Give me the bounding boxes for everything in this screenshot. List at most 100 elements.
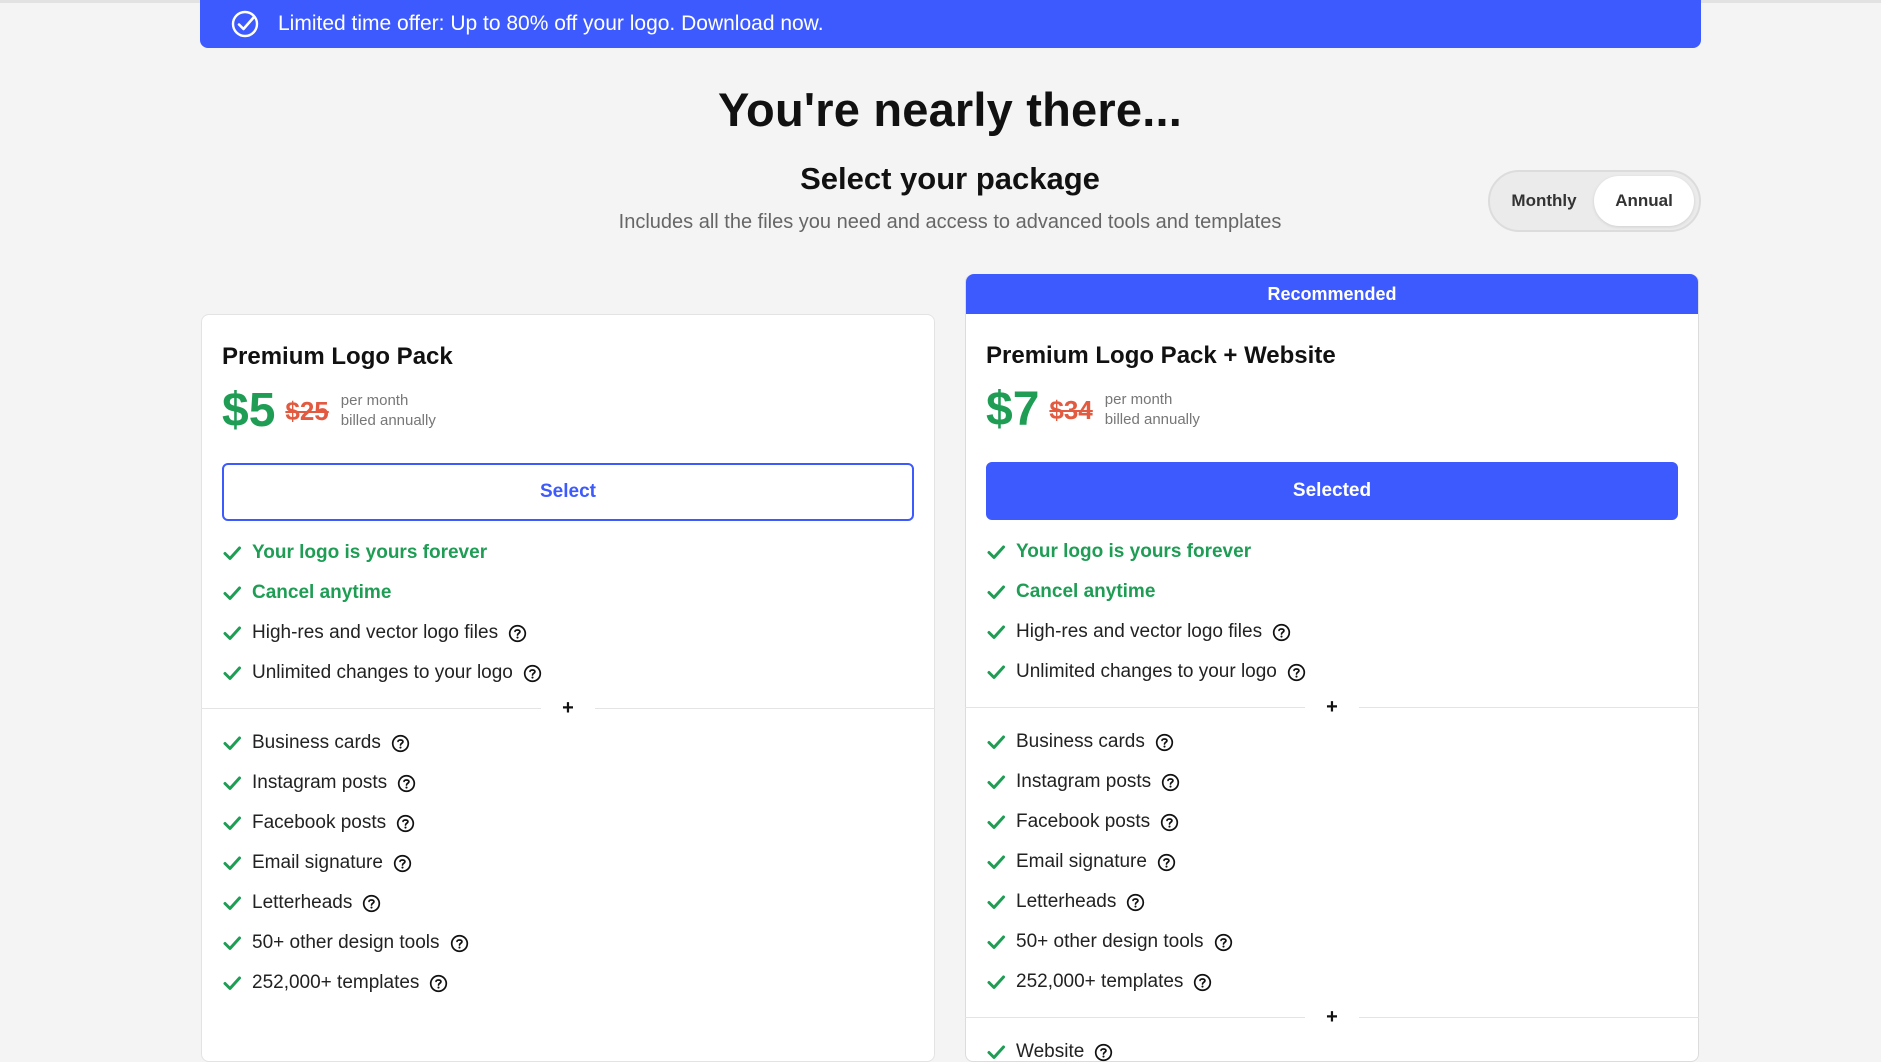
feature-label: Cancel anytime [1016,581,1156,602]
help-circle-icon[interactable] [1214,933,1233,952]
help-circle-icon[interactable] [450,934,469,953]
help-circle-icon[interactable] [1193,973,1212,992]
help-circle-icon[interactable] [429,974,448,993]
checkmark-icon [223,936,241,950]
help-circle-icon[interactable] [1287,663,1306,682]
checkmark-icon [987,935,1005,949]
billing-line-1: per month [340,392,409,409]
feature-label: Your logo is yours forever [252,542,488,563]
feature-label: Instagram posts [252,772,388,793]
checkmark-icon [223,586,241,600]
plan-name: Premium Logo Pack [222,343,453,370]
feature-label: Business cards [252,732,381,753]
billing-line-1: per month [1104,391,1173,408]
feature-item: Instagram posts [222,763,914,803]
feature-label: High-res and vector logo files [252,622,499,643]
plan-old-price: $34 [1049,394,1093,425]
offer-banner[interactable]: Limited time offer: Up to 80% off your l… [200,0,1701,48]
feature-item: High-res and vector logo files [986,612,1678,652]
checkmark-icon [987,1045,1005,1059]
checkmark-icon [223,896,241,910]
feature-item: Letterheads [986,882,1678,922]
feature-item: Your logo is yours forever [986,532,1678,572]
billing-note: per month billed annually [1105,390,1200,430]
feature-label: 252,000+ templates [1016,971,1184,992]
checkmark-icon [223,776,241,790]
feature-label: Facebook posts [252,812,387,833]
feature-item: Facebook posts [986,802,1678,842]
help-circle-icon[interactable] [1160,813,1179,832]
help-circle-icon[interactable] [1094,1043,1113,1062]
help-circle-icon[interactable] [362,894,381,913]
price-row: $5 $25 per month billed annually [222,383,914,439]
plus-icon: + [1305,692,1359,722]
feature-label: High-res and vector logo files [1016,621,1263,642]
help-circle-icon[interactable] [1157,853,1176,872]
feature-item: 50+ other design tools [222,923,914,963]
feature-label: Instagram posts [1016,771,1152,792]
help-circle-icon[interactable] [397,774,416,793]
checkmark-icon [223,736,241,750]
feature-item: Cancel anytime [986,572,1678,612]
feature-label: Unlimited changes to your logo [252,662,513,683]
help-circle-icon[interactable] [1126,893,1145,912]
help-circle-icon[interactable] [1272,623,1291,642]
extra-feature-list: Business cards Instagram posts Facebook po… [222,723,914,1003]
plan-card-premium-logo-pack: Premium Logo Pack $5 $25 per month bille… [201,314,935,1062]
plus-icon: + [541,693,595,723]
feature-label: Business cards [1016,731,1145,752]
recommended-badge: Recommended [966,274,1698,314]
help-circle-icon[interactable] [393,854,412,873]
plan-name: Premium Logo Pack + Website [986,342,1336,369]
core-feature-list: Your logo is yours forever Cancel anytime… [222,533,914,693]
feature-label: Cancel anytime [252,582,392,603]
help-circle-icon[interactable] [391,734,410,753]
feature-item: 50+ other design tools [986,922,1678,962]
checkmark-icon [987,855,1005,869]
select-button[interactable]: Select [222,463,914,521]
feature-label: Website [1016,1041,1085,1062]
feature-item: 252,000+ templates [986,962,1678,1002]
feature-label: Email signature [1016,851,1147,872]
core-feature-list: Your logo is yours forever Cancel anytime… [986,532,1678,692]
toggle-monthly[interactable]: Monthly [1494,176,1594,226]
feature-label: 50+ other design tools [1016,931,1204,952]
page-title: You're nearly there... [718,83,1182,136]
checkmark-icon [223,626,241,640]
help-circle-icon[interactable] [1155,733,1174,752]
toggle-annual[interactable]: Annual [1594,176,1694,226]
checkmark-icon [987,895,1005,909]
checkmark-icon [987,775,1005,789]
feature-item: Unlimited changes to your logo [986,652,1678,692]
help-circle-icon[interactable] [396,814,415,833]
selected-button[interactable]: Selected [986,462,1678,520]
check-circle-icon [231,10,259,38]
feature-label: Your logo is yours forever [1016,541,1252,562]
help-circle-icon[interactable] [1161,773,1180,792]
website-feature-list: Website [986,1032,1678,1062]
checkmark-icon [987,665,1005,679]
checkmark-icon [223,856,241,870]
checkmark-icon [223,666,241,680]
feature-label: Unlimited changes to your logo [1016,661,1277,682]
plan-price: $5 [222,384,276,437]
feature-item: Email signature [986,842,1678,882]
offer-banner-text: Limited time offer: Up to 80% off your l… [278,12,824,35]
help-circle-icon[interactable] [523,664,542,683]
billing-line-2: billed annually [340,412,436,429]
feature-item: Unlimited changes to your logo [222,653,914,693]
feature-item: Cancel anytime [222,573,914,613]
feature-label: Email signature [252,852,383,873]
help-circle-icon[interactable] [508,624,527,643]
checkmark-icon [223,546,241,560]
feature-item: Business cards [986,722,1678,762]
feature-item: Letterheads [222,883,914,923]
checkmark-icon [987,585,1005,599]
feature-item: 252,000+ templates [222,963,914,1003]
billing-period-toggle[interactable]: Monthly Annual [1488,170,1701,232]
feature-item: Email signature [222,843,914,883]
feature-item: Business cards [222,723,914,763]
billing-note: per month billed annually [341,391,436,431]
feature-item: Facebook posts [222,803,914,843]
feature-divider: + [965,1002,1699,1032]
